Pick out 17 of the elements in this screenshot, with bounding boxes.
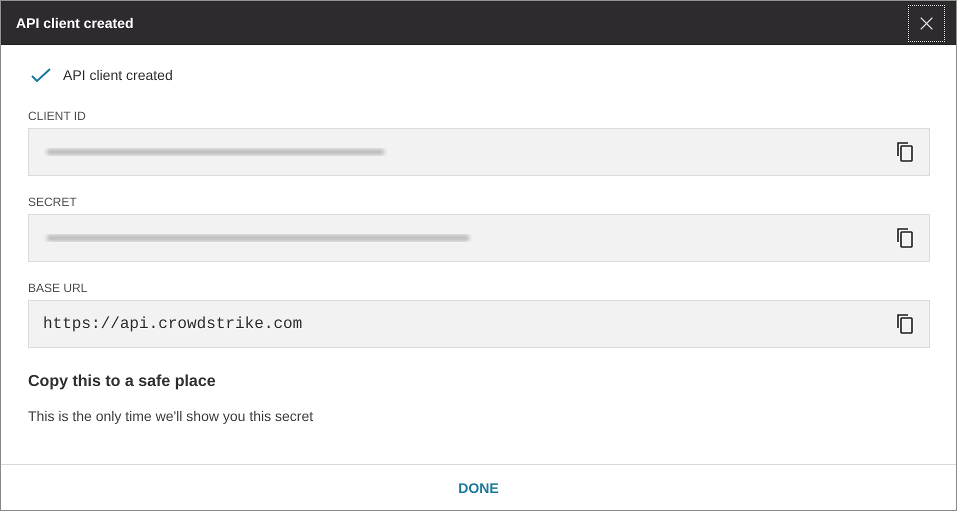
read-only-field[interactable]: https://api.crowdstrike.com: [28, 300, 930, 348]
copy-icon[interactable]: [895, 141, 915, 163]
field-label: SECRET: [28, 195, 78, 209]
done-button[interactable]: DONE: [452, 478, 505, 496]
status-message: API client created: [63, 67, 173, 83]
read-only-field[interactable]: [28, 128, 930, 176]
notice-heading: Copy this to a safe place: [28, 373, 217, 391]
copy-icon[interactable]: [895, 313, 915, 335]
field-value: https://api.crowdstrike.com: [43, 315, 302, 333]
field-label: BASE URL: [28, 281, 88, 295]
read-only-field[interactable]: [28, 214, 930, 262]
copy-icon[interactable]: [895, 227, 915, 249]
close-button[interactable]: ×: [908, 4, 945, 42]
field-label: CLIENT ID: [28, 109, 87, 123]
notice-text: This is the only time we'll show you this secret: [28, 408, 314, 424]
checkmark-icon: [31, 68, 51, 82]
dialog-title: API client created: [16, 15, 134, 31]
